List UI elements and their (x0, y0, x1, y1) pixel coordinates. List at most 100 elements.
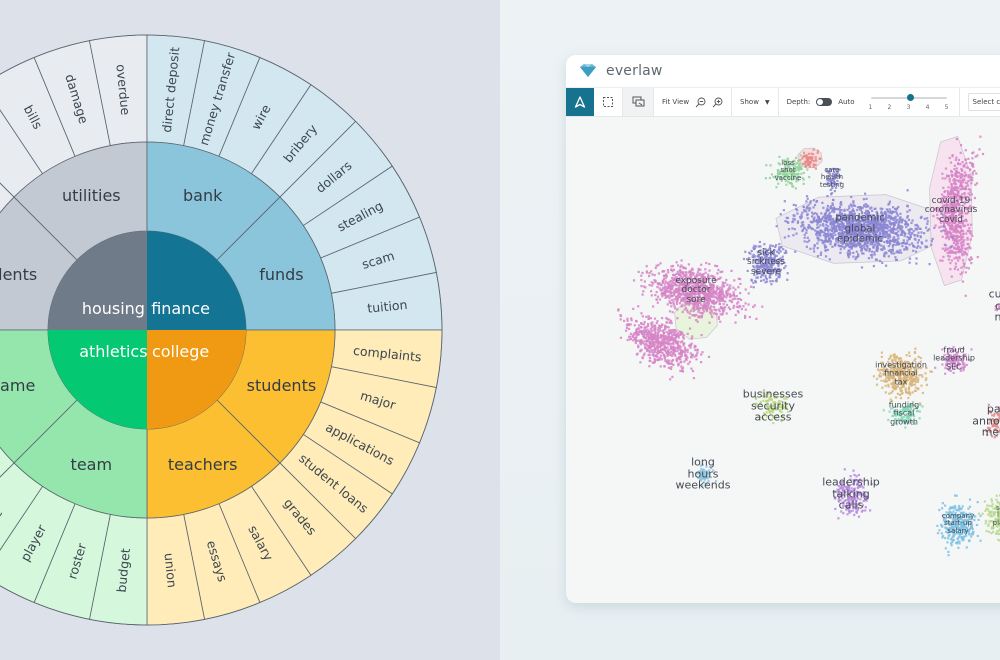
cluster-point (656, 320, 659, 323)
cluster-point (627, 327, 631, 331)
cluster-point (669, 367, 673, 370)
cluster-point (775, 278, 778, 281)
cluster-point (737, 311, 740, 314)
cluster-point (645, 265, 648, 268)
cluster-point (764, 281, 767, 284)
cluster-point (649, 343, 652, 346)
cluster-point (676, 347, 679, 350)
cluster-point (645, 315, 648, 318)
zoom-out-icon[interactable] (695, 97, 706, 108)
cluster-point (808, 176, 811, 179)
cluster-point (655, 298, 658, 301)
cluster-point (683, 342, 686, 345)
cluster-point (838, 205, 842, 208)
cluster-point (659, 262, 662, 265)
cluster-point (725, 312, 728, 315)
cluster-point (692, 377, 695, 380)
cluster-point (826, 232, 830, 235)
cluster-point (963, 192, 966, 195)
cluster-point (899, 249, 902, 252)
cluster-point (662, 334, 665, 337)
cluster-point (960, 243, 963, 247)
cluster-point (691, 268, 694, 271)
cluster-point (648, 353, 651, 356)
cluster-point (650, 284, 654, 287)
cluster-point (892, 206, 895, 209)
cluster-point (962, 265, 965, 268)
cluster-point (663, 365, 666, 368)
cluster-point (868, 250, 871, 253)
depth-slider[interactable]: 12345 (867, 92, 951, 112)
cluster-point (648, 284, 651, 287)
cluster-point (808, 209, 811, 212)
cluster-point (683, 360, 686, 363)
cluster-point (916, 227, 919, 230)
cluster-point (812, 199, 815, 202)
cluster-point (658, 298, 661, 301)
cluster-point (948, 180, 951, 183)
cluster-point (637, 270, 640, 273)
cluster-point (830, 226, 833, 229)
cluster-point (712, 312, 715, 315)
cluster-point (824, 245, 827, 248)
cluster-point (792, 234, 795, 237)
cluster-point (730, 269, 733, 272)
cluster-point (676, 308, 679, 311)
cluster-point (959, 233, 963, 236)
cluster-point (647, 345, 650, 348)
cluster-point (684, 271, 687, 274)
cluster-point (970, 262, 973, 265)
cluster-point (719, 270, 722, 274)
cluster-point (794, 187, 797, 190)
cluster-point (671, 336, 674, 339)
cluster-point (726, 283, 729, 286)
inner-ring (48, 231, 246, 429)
cluster-point (686, 332, 689, 335)
cluster-point (956, 268, 960, 271)
cluster-point (640, 325, 643, 329)
select-cluster-dropdown[interactable]: Select clu (967, 93, 1000, 111)
cluster-point (642, 342, 645, 345)
cluster-point (919, 404, 922, 407)
cluster-point (677, 334, 680, 337)
fit-view-button[interactable]: Fit View (662, 98, 689, 106)
cluster-point (969, 191, 972, 194)
cluster-point (957, 242, 960, 245)
slider-thumb[interactable] (906, 94, 914, 101)
cluster-point (953, 257, 956, 260)
cluster-point (700, 353, 703, 356)
cluster-point (782, 209, 785, 212)
cluster-point (888, 392, 891, 395)
cluster-point (725, 293, 728, 296)
cluster-point (964, 252, 967, 255)
cluster-point (852, 200, 855, 203)
cluster-point (965, 232, 968, 235)
cluster-point (662, 329, 665, 332)
cluster-point (824, 255, 828, 258)
cluster-point (957, 259, 960, 262)
auto-toggle[interactable] (816, 98, 833, 106)
sunburst-category-label: students (247, 376, 317, 395)
cluster-point (716, 265, 719, 268)
cluster-point (946, 175, 949, 178)
cluster-point (653, 357, 656, 360)
box-select-button[interactable] (594, 88, 623, 116)
cluster-map-canvas[interactable]: loss shot vaccine care health testing covid-19… (566, 116, 1000, 603)
show-dropdown[interactable]: Show ▼ (732, 88, 779, 116)
cluster-point (619, 314, 622, 317)
cluster-point (978, 148, 981, 151)
select-tool-button[interactable] (566, 88, 594, 116)
export-view-button[interactable] (623, 88, 654, 116)
cluster-point (661, 281, 664, 285)
cluster-point (856, 206, 859, 209)
cluster-point (812, 163, 815, 166)
cluster-point (956, 179, 959, 182)
cluster-point (668, 284, 671, 287)
cluster-point (643, 320, 646, 324)
cluster-point (803, 226, 806, 229)
cluster-point (950, 259, 953, 262)
cluster-point (655, 339, 658, 343)
zoom-in-icon[interactable] (712, 97, 723, 108)
cluster-point (666, 303, 669, 306)
cluster-point (787, 221, 790, 224)
